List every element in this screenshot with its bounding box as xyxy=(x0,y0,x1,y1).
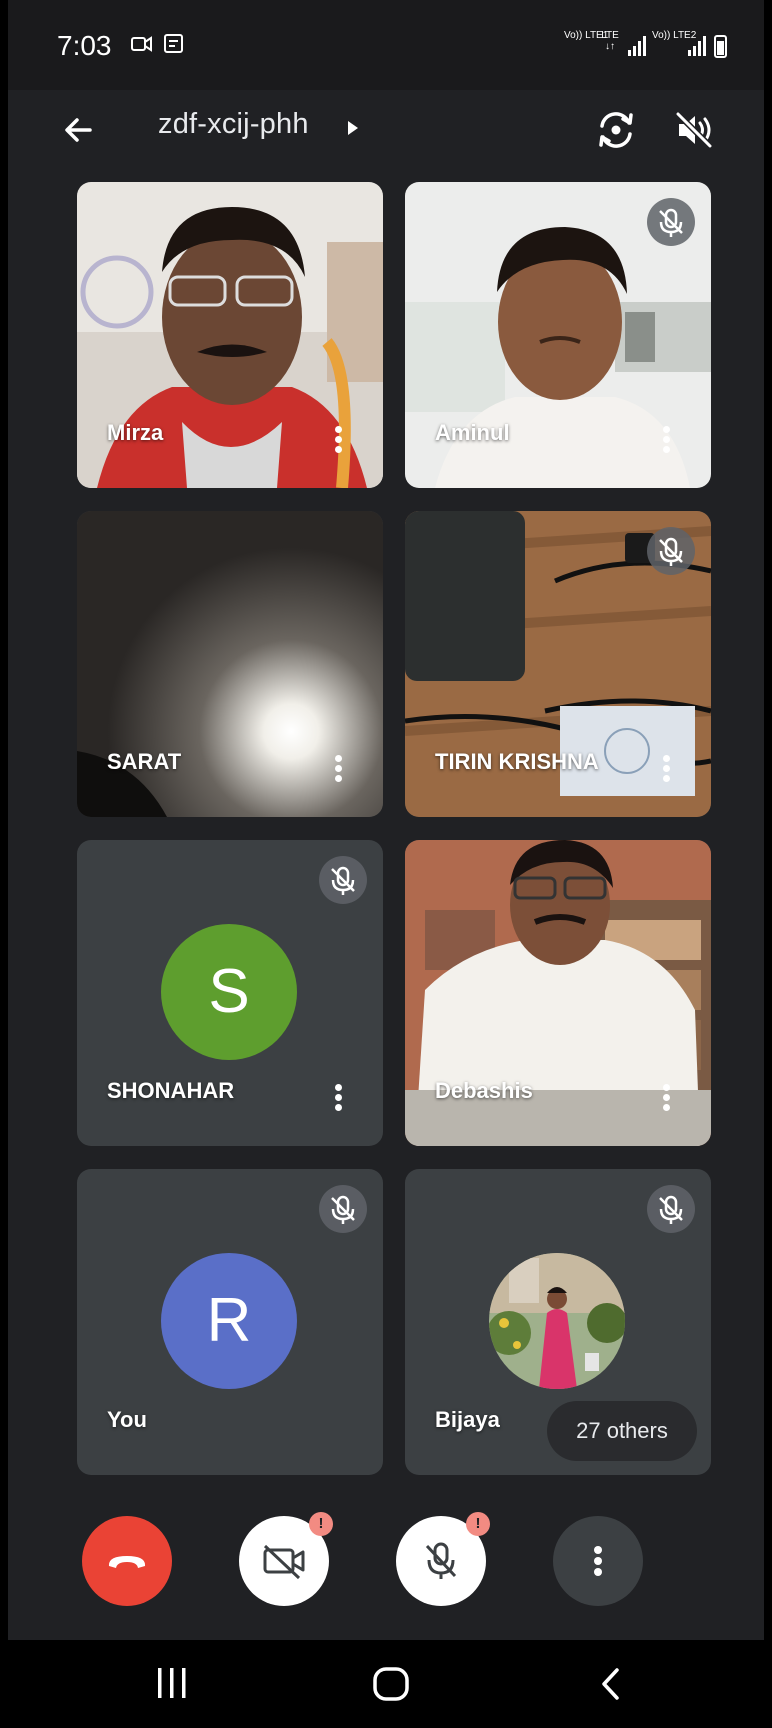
system-back-icon[interactable] xyxy=(596,1666,626,1702)
mic-off-badge xyxy=(319,1185,367,1233)
end-call-button[interactable] xyxy=(82,1516,172,1606)
more-options-icon[interactable] xyxy=(659,753,673,789)
speaker-off-icon[interactable] xyxy=(670,106,718,154)
participant-tile-aminul[interactable]: Aminul xyxy=(405,182,711,488)
more-options-icon[interactable] xyxy=(659,424,673,460)
more-options-icon[interactable] xyxy=(331,1082,345,1118)
battery-icon xyxy=(714,35,727,58)
more-options-icon[interactable] xyxy=(331,753,345,789)
participant-tile-bijaya[interactable]: Bijaya 27 others xyxy=(405,1169,711,1475)
participant-tile-mirza[interactable]: Mirza xyxy=(77,182,383,488)
participant-tile-tirin-krishna[interactable]: TIRIN KRISHNA xyxy=(405,511,711,817)
mic-off-icon xyxy=(331,866,355,895)
call-header: zdf-xcij-phh xyxy=(8,90,764,170)
network-label-2: LTE ↓↑ xyxy=(601,30,619,52)
others-count-chip[interactable]: 27 others xyxy=(547,1401,697,1461)
participant-name: You xyxy=(107,1407,147,1432)
more-options-icon[interactable] xyxy=(659,1082,673,1118)
mic-warning-badge: ! xyxy=(466,1512,490,1536)
avatar: R xyxy=(161,1253,297,1389)
avatar: S xyxy=(161,924,297,1060)
more-options-icon[interactable] xyxy=(331,424,345,460)
participant-name: Mirza xyxy=(107,420,164,445)
participant-tile-you[interactable]: R You xyxy=(77,1169,383,1475)
mic-toggle-button[interactable]: ! xyxy=(396,1512,490,1606)
more-vertical-icon xyxy=(594,1546,602,1576)
participant-name: Bijaya xyxy=(435,1407,500,1432)
participant-tile-sarat[interactable]: SARAT xyxy=(77,511,383,817)
participant-name: SHONAHAR xyxy=(107,1078,235,1103)
home-icon[interactable] xyxy=(372,1666,410,1702)
switch-camera-icon[interactable] xyxy=(592,106,640,154)
video-call-notification-icon xyxy=(131,36,152,52)
status-time: 7:03 xyxy=(57,30,112,61)
camera-toggle-button[interactable]: ! xyxy=(239,1512,333,1606)
recent-apps-icon[interactable] xyxy=(154,1666,190,1700)
mic-off-badge xyxy=(319,856,367,904)
hang-up-icon xyxy=(108,1556,146,1568)
mic-off-badge xyxy=(647,527,695,575)
meeting-code[interactable]: zdf-xcij-phh xyxy=(158,108,309,141)
signal-bars-2-icon xyxy=(688,36,706,56)
mic-off-icon xyxy=(659,1195,683,1224)
participant-name: Aminul xyxy=(435,420,510,445)
mic-off-icon xyxy=(659,208,683,237)
mic-off-badge xyxy=(647,1185,695,1233)
participant-tile-shonahar[interactable]: S SHONAHAR xyxy=(77,840,383,1146)
mic-off-badge xyxy=(647,198,695,246)
more-options-button[interactable] xyxy=(553,1516,643,1606)
meet-app: 7:03 Vo)) LTE1 LTE ↓↑ Vo)) LTE2 zdf-xcij… xyxy=(8,0,764,1728)
notes-notification-icon xyxy=(164,34,183,53)
system-nav-bar xyxy=(8,1640,764,1728)
caret-right-icon[interactable] xyxy=(346,120,360,136)
participant-name: SARAT xyxy=(107,749,182,774)
back-arrow-icon[interactable] xyxy=(56,108,100,152)
status-bar: 7:03 Vo)) LTE1 LTE ↓↑ Vo)) LTE2 xyxy=(8,0,764,90)
signal-bars-icon xyxy=(628,36,646,56)
camera-warning-badge: ! xyxy=(309,1512,333,1536)
participant-name: TIRIN KRISHNA xyxy=(435,749,599,774)
participant-tile-debashis[interactable]: Debashis xyxy=(405,840,711,1146)
mic-off-icon xyxy=(331,1195,355,1224)
participant-name: Debashis xyxy=(435,1078,533,1103)
avatar-photo xyxy=(489,1253,625,1389)
mic-off-icon xyxy=(659,537,683,566)
